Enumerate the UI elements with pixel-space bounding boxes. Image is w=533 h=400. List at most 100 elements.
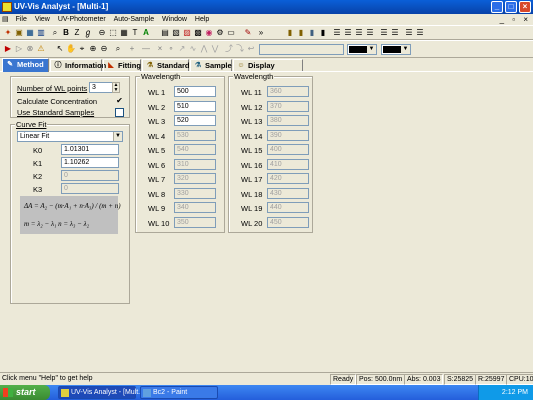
wl-input[interactable]: 320	[174, 173, 216, 184]
more-icon[interactable]: »	[256, 28, 266, 38]
menu-uv-photometer[interactable]: UV-Photometer	[55, 14, 109, 25]
k1-input[interactable]: 1.10262	[61, 157, 119, 168]
wl-input[interactable]: 340	[174, 202, 216, 213]
maximize-button[interactable]: □	[505, 1, 517, 13]
tab-sample[interactable]: ⚗ Sample	[190, 59, 232, 71]
table-icon[interactable]: ▦	[119, 28, 129, 38]
font-icon[interactable]: A	[141, 28, 151, 38]
cursor-icon[interactable]: ⌖	[77, 44, 87, 54]
wl-input[interactable]: 350	[174, 216, 216, 228]
wl-input[interactable]: 430	[267, 187, 309, 199]
wl-input[interactable]: 390	[267, 129, 309, 141]
bars4-icon[interactable]: ▮	[318, 28, 328, 38]
list5-icon[interactable]: ☰	[379, 28, 389, 38]
settings-icon[interactable]: ⚙	[215, 28, 225, 38]
hand-icon[interactable]: ✋	[66, 44, 76, 54]
marker-icon[interactable]: ∘	[166, 44, 176, 54]
curve-fit-select[interactable]: Linear Fit ▼	[17, 131, 123, 142]
tab-fitting[interactable]: ◣ Fitting	[103, 59, 141, 71]
line-icon[interactable]: —	[141, 44, 151, 54]
list2-icon[interactable]: ☰	[343, 28, 353, 38]
menu-view[interactable]: View	[32, 14, 53, 25]
color-select-2[interactable]: ▼	[381, 44, 411, 55]
menu-auto-sample[interactable]: Auto-Sample	[111, 14, 157, 25]
menu-help[interactable]: Help	[192, 14, 212, 25]
pointer-icon[interactable]: ↖	[55, 44, 65, 54]
target-icon[interactable]: ◉	[204, 28, 214, 38]
open-icon[interactable]: ▣	[14, 28, 24, 38]
chart-icon[interactable]: ▨	[182, 28, 192, 38]
wl-input[interactable]: 500	[174, 86, 216, 97]
delete-icon[interactable]: ×	[155, 44, 165, 54]
zoom-out-icon[interactable]: ⊖	[97, 28, 107, 38]
wl-input[interactable]: 400	[267, 144, 309, 155]
wl-input[interactable]: 330	[174, 187, 216, 199]
crop-icon[interactable]: ⬚	[108, 28, 118, 38]
print-icon[interactable]: ▥	[36, 28, 46, 38]
num-wl-points-spinner[interactable]: ▲ ▼	[112, 82, 120, 93]
save-icon[interactable]: ▦	[25, 28, 35, 38]
wl-input[interactable]: 520	[174, 115, 216, 126]
wl-input[interactable]: 370	[267, 100, 309, 112]
peak-icon[interactable]: ⋀	[199, 44, 209, 54]
wl-input[interactable]: 540	[174, 144, 216, 155]
text-icon[interactable]: T	[130, 28, 140, 38]
fit-icon[interactable]: ⤴	[224, 44, 234, 54]
menu-window[interactable]: Window	[159, 14, 190, 25]
warning-icon[interactable]: ⚠	[36, 44, 46, 54]
k2-input[interactable]: 0	[61, 170, 119, 181]
sort-icon[interactable]: Z	[72, 28, 82, 38]
stop-icon[interactable]: ⊗	[25, 44, 35, 54]
bars3-icon[interactable]: ▮	[307, 28, 317, 38]
fit2-icon[interactable]: ⤵	[235, 44, 245, 54]
wl-input[interactable]: 450	[267, 216, 309, 228]
bars2-icon[interactable]: ▮	[296, 28, 306, 38]
list8-icon[interactable]: ☰	[415, 28, 425, 38]
paint-icon[interactable]: ✎	[243, 28, 253, 38]
taskbar-item-uv-vis[interactable]: UV-Vis Analyst - [Mult...	[58, 386, 144, 399]
wl-input[interactable]: 440	[267, 202, 309, 213]
window-icon[interactable]: ▭	[226, 28, 236, 38]
grid-icon[interactable]: ▩	[193, 28, 203, 38]
copy-icon[interactable]: ▤	[160, 28, 170, 38]
wl-input[interactable]: 410	[267, 158, 309, 170]
zoom-out2-icon[interactable]: ⊖	[99, 44, 109, 54]
zoom-icon[interactable]: ⌕	[50, 28, 60, 38]
format-icon[interactable]: ℊ	[83, 28, 93, 38]
arrow-icon[interactable]: ↗	[177, 44, 187, 54]
new-icon[interactable]: ✦	[3, 28, 13, 38]
valley-icon[interactable]: ⋁	[210, 44, 220, 54]
bold-icon[interactable]: B	[61, 28, 71, 38]
list4-icon[interactable]: ☰	[365, 28, 375, 38]
wl-input[interactable]: 380	[267, 115, 309, 126]
menu-file[interactable]: File	[13, 14, 30, 25]
color-select-1[interactable]: ▼	[347, 44, 377, 55]
minimize-button[interactable]: _	[491, 1, 503, 13]
use-standard-checkbox[interactable]	[115, 108, 124, 117]
wl-input[interactable]: 360	[267, 86, 309, 97]
bars-icon[interactable]: ▮	[285, 28, 295, 38]
tab-method[interactable]: ✎ Method	[2, 58, 49, 72]
wl-input[interactable]: 420	[267, 173, 309, 184]
start-button[interactable]: start	[0, 385, 50, 400]
close-button[interactable]: ×	[519, 1, 531, 13]
k0-input[interactable]: 1.01301	[61, 144, 119, 155]
wl-input[interactable]: 510	[174, 100, 216, 112]
list7-icon[interactable]: ☰	[404, 28, 414, 38]
crosshair-icon[interactable]: +	[127, 44, 137, 54]
line-style-select[interactable]	[259, 44, 344, 55]
tab-display-setting[interactable]: ☺Display Setting	[233, 59, 303, 82]
wl-input[interactable]: 530	[174, 129, 216, 141]
list3-icon[interactable]: ☰	[354, 28, 364, 38]
num-wl-points-input[interactable]: 3	[89, 82, 113, 93]
step-icon[interactable]: ▷	[14, 44, 24, 54]
search-icon[interactable]: ⌕	[113, 44, 123, 54]
curve-icon[interactable]: ∿	[188, 44, 198, 54]
list6-icon[interactable]: ☰	[390, 28, 400, 38]
wl-input[interactable]: 310	[174, 158, 216, 170]
k3-input[interactable]: 0	[61, 183, 119, 194]
clipboard-icon[interactable]: ▧	[171, 28, 181, 38]
list-icon[interactable]: ☰	[332, 28, 342, 38]
zoom-in-icon[interactable]: ⊕	[88, 44, 98, 54]
fit3-icon[interactable]: ↩	[246, 44, 256, 54]
